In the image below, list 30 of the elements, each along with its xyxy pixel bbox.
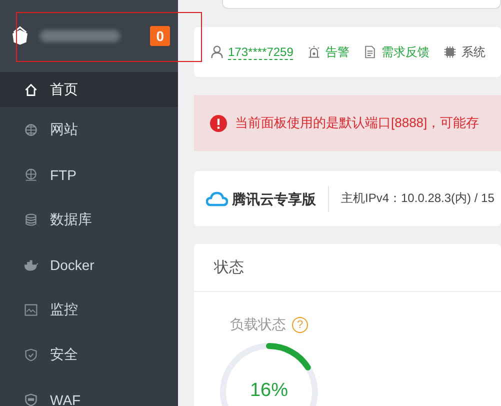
sidebar-item[interactable]: Docker bbox=[0, 242, 178, 287]
shield-icon bbox=[24, 392, 38, 406]
document-icon bbox=[363, 45, 378, 59]
toolbar-link[interactable]: 系统 bbox=[461, 44, 486, 60]
gauge-reading: 16% bbox=[248, 380, 290, 402]
chip-icon bbox=[443, 45, 458, 59]
sidebar-item[interactable]: 数据库 bbox=[0, 197, 178, 242]
shield-icon bbox=[24, 348, 38, 362]
sidebar-item[interactable]: 首页 bbox=[0, 72, 178, 107]
logo-icon bbox=[10, 26, 30, 46]
whale-icon bbox=[24, 258, 38, 272]
warning-icon bbox=[210, 114, 227, 132]
alert-text: 当前面板使用的是默认端口[8888]，可能存 bbox=[235, 114, 480, 132]
gauge-label: 负载状态 bbox=[230, 316, 286, 334]
alarm-icon bbox=[307, 45, 322, 59]
chart-icon bbox=[24, 302, 38, 316]
sidebar-item[interactable]: FTP bbox=[0, 152, 178, 197]
home-icon bbox=[24, 82, 38, 96]
cloud-icon bbox=[206, 190, 228, 206]
user-icon bbox=[210, 45, 224, 59]
sidebar-item[interactable]: 网站 bbox=[0, 107, 178, 152]
globe-icon bbox=[24, 122, 38, 136]
database-icon bbox=[24, 212, 38, 226]
brand-label: 腾讯云专享版 bbox=[232, 186, 329, 212]
sidebar-item[interactable]: 安全 bbox=[0, 332, 178, 377]
sidebar-item[interactable]: WAF bbox=[0, 377, 178, 406]
globe-icon bbox=[24, 168, 38, 182]
host-info: 主机IPv4：10.0.28.3(内) / 15 bbox=[341, 190, 494, 207]
card-title: 状态 bbox=[214, 258, 244, 277]
sidebar-item[interactable]: 监控 bbox=[0, 287, 178, 332]
